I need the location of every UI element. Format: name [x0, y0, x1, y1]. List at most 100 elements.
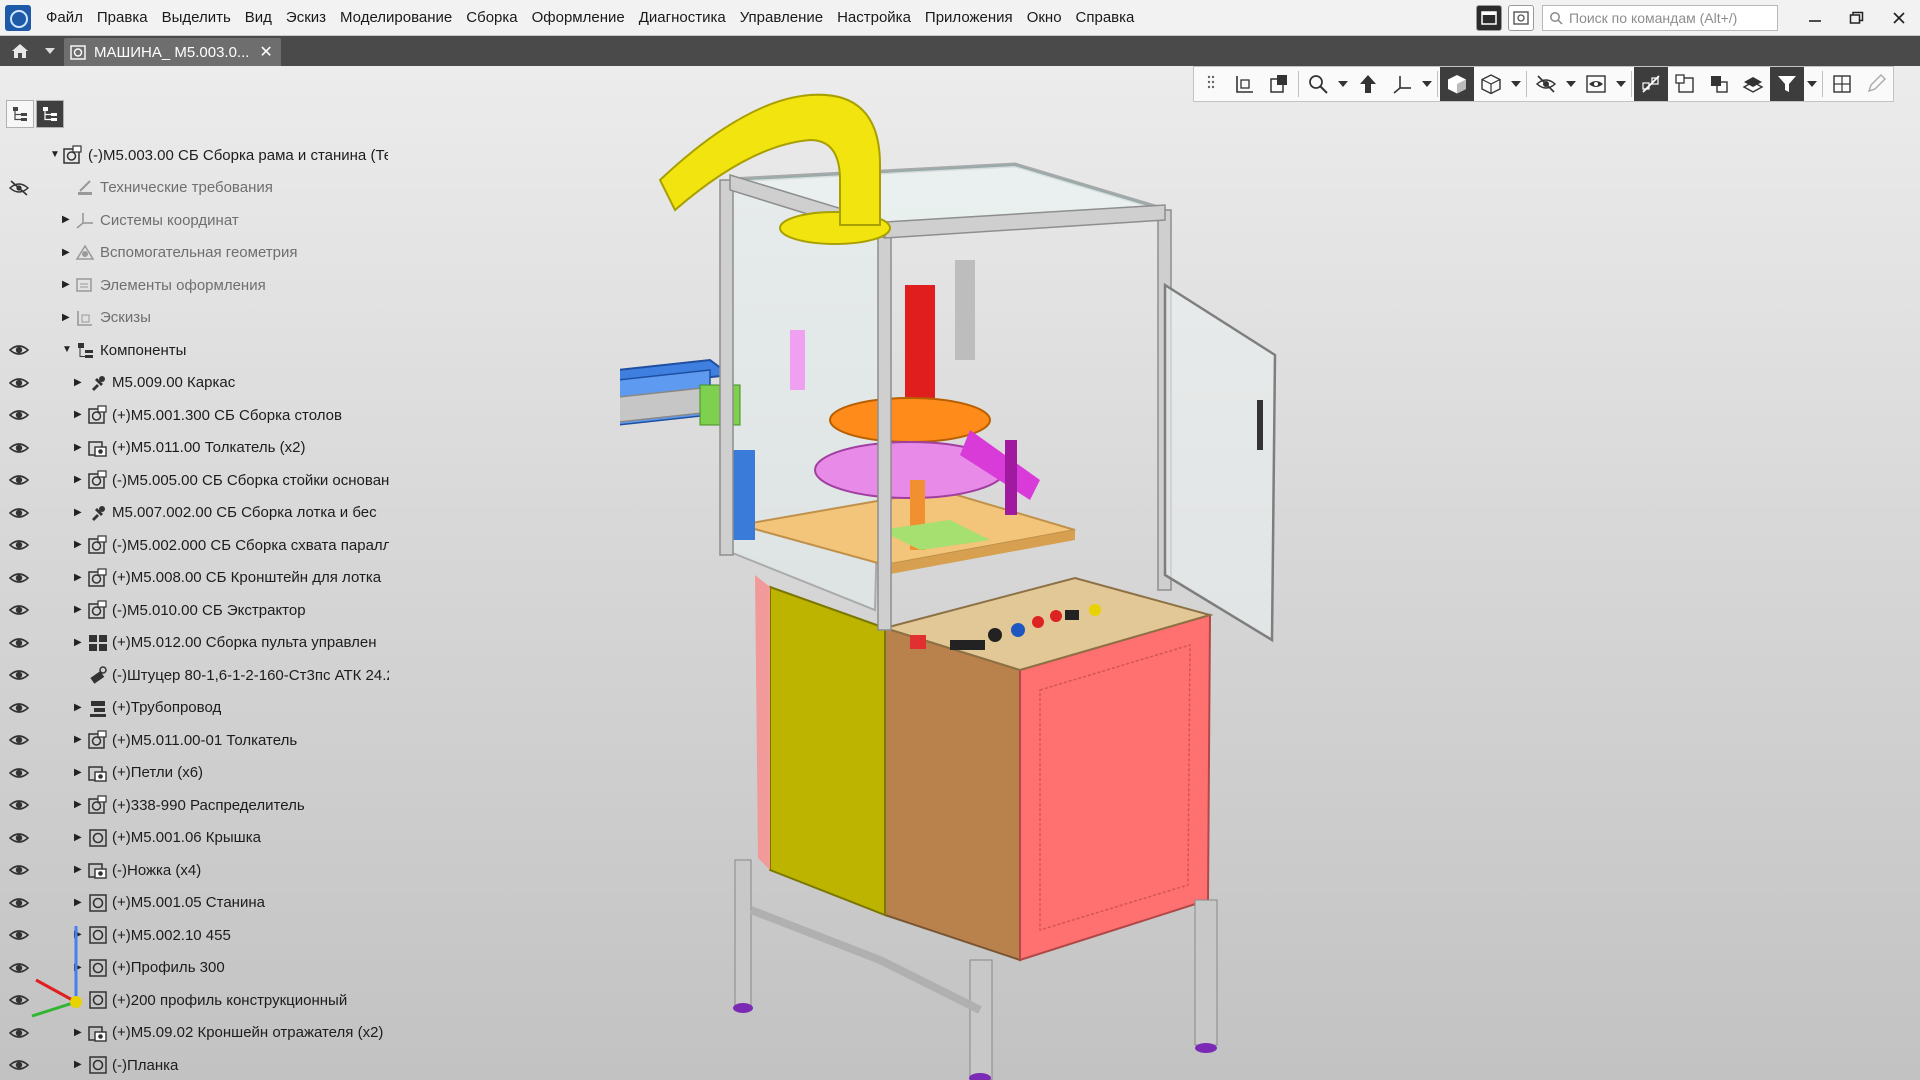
eye-icon[interactable]: [9, 830, 29, 846]
menu-management[interactable]: Управление: [733, 0, 830, 36]
eye-icon[interactable]: [9, 342, 29, 358]
menu-diagnostics[interactable]: Диагностика: [632, 0, 733, 36]
tree-row[interactable]: ▶ Системы координат: [0, 204, 395, 237]
layers-button[interactable]: [1736, 67, 1770, 101]
restore-button[interactable]: [1836, 0, 1878, 36]
eye-icon[interactable]: [9, 667, 29, 683]
command-search-input[interactable]: Поиск по командам (Alt+/): [1542, 5, 1778, 31]
open-glass-door[interactable]: [1163, 282, 1277, 643]
tree-row[interactable]: ▶ (+)Трубопровод: [0, 692, 395, 725]
eye-icon[interactable]: [9, 570, 29, 586]
eye-icon[interactable]: [9, 375, 29, 391]
collapse-triangle-icon[interactable]: ▶: [74, 475, 84, 485]
eye-icon[interactable]: [9, 765, 29, 781]
collapse-triangle-icon[interactable]: ▶: [74, 1027, 84, 1038]
menu-settings[interactable]: Настройка: [830, 0, 918, 36]
tree-row[interactable]: Технические требования: [0, 172, 395, 205]
tree-row[interactable]: ▼ Компоненты: [0, 334, 395, 367]
menu-apps[interactable]: Приложения: [918, 0, 1020, 36]
collapse-triangle-icon[interactable]: ▶: [74, 767, 84, 778]
visibility-button[interactable]: [1579, 67, 1613, 101]
tree-row[interactable]: ▶ (+)М5.09.02 Кроншейн отражателя (x2): [0, 1017, 395, 1050]
eye-icon[interactable]: [9, 797, 29, 813]
eye-icon[interactable]: [9, 732, 29, 748]
collapse-triangle-icon[interactable]: ▶: [74, 540, 84, 550]
tree-row[interactable]: ▶ (+)Петли (x6): [0, 757, 395, 790]
tree-row[interactable]: ▶ (+)М5.001.05 Станина: [0, 887, 395, 920]
collapse-triangle-icon[interactable]: ▶: [62, 215, 72, 225]
eye-icon[interactable]: [9, 927, 29, 943]
eye-icon[interactable]: [9, 635, 29, 651]
tree-row[interactable]: ▶ Эскизы: [0, 302, 395, 335]
menu-help[interactable]: Справка: [1069, 0, 1142, 36]
tab-document[interactable]: МАШИНА_ М5.003.0... ✕: [64, 38, 281, 66]
collapse-triangle-icon[interactable]: ▶: [74, 572, 84, 583]
menu-sketch[interactable]: Эскиз: [279, 0, 333, 36]
tree-row[interactable]: ▶ (+)338-990 Распределитель: [0, 789, 395, 822]
menu-file[interactable]: Файл: [39, 0, 90, 36]
close-window-button[interactable]: [1878, 0, 1920, 36]
collapse-triangle-icon[interactable]: ▶: [62, 280, 72, 290]
shaded-display-button[interactable]: [1440, 67, 1474, 101]
tree-row[interactable]: ▶ М5.009.00 Каркас: [0, 367, 395, 400]
tab-close-icon[interactable]: ✕: [259, 42, 272, 62]
view-dropdown[interactable]: [1419, 67, 1435, 101]
collapse-triangle-icon[interactable]: ▶: [74, 800, 84, 810]
exploded-view-button[interactable]: [1702, 67, 1736, 101]
zoom-dropdown[interactable]: [1335, 67, 1351, 101]
collapse-triangle-icon[interactable]: ▶: [74, 865, 84, 875]
menu-select[interactable]: Выделить: [155, 0, 238, 36]
minimize-button[interactable]: [1794, 0, 1836, 36]
eye-icon[interactable]: [9, 992, 29, 1008]
tree-row[interactable]: ▶ Элементы оформления: [0, 269, 395, 302]
eye-crossed-icon[interactable]: [9, 179, 29, 196]
collapse-triangle-icon[interactable]: ▶: [74, 735, 84, 745]
door-handle[interactable]: [1257, 400, 1263, 450]
filter-dropdown[interactable]: [1804, 67, 1820, 101]
layout-toggle-button[interactable]: [1476, 5, 1502, 31]
tree-structure-button[interactable]: [6, 100, 34, 128]
menu-edit[interactable]: Правка: [90, 0, 155, 36]
collapse-triangle-icon[interactable]: ▶: [74, 702, 84, 713]
tree-row[interactable]: ▶ М5.007.002.00 СБ Сборка лотка и бес: [0, 497, 395, 530]
eye-icon[interactable]: [9, 407, 29, 423]
collapse-triangle-icon[interactable]: ▶: [74, 832, 84, 843]
menu-view[interactable]: Вид: [238, 0, 279, 36]
menu-assembly[interactable]: Сборка: [459, 0, 524, 36]
tree-row[interactable]: ▶ (-)М5.002.000 СБ Сборка схвата паралл: [0, 529, 395, 562]
eye-icon[interactable]: [9, 862, 29, 878]
collapse-triangle-icon[interactable]: ▶: [62, 247, 72, 258]
filter-button[interactable]: [1770, 67, 1804, 101]
visibility-dropdown[interactable]: [1613, 67, 1629, 101]
tree-root-row[interactable]: ▼ (-)М5.003.00 СБ Сборка рама и станина …: [0, 139, 395, 172]
tree-row[interactable]: ▶ (+)М5.011.00-01 Толкатель: [0, 724, 395, 757]
hide-dropdown[interactable]: [1563, 67, 1579, 101]
eye-icon[interactable]: [9, 895, 29, 911]
collapse-triangle-icon[interactable]: ▶: [74, 897, 84, 908]
zoom-button[interactable]: [1301, 67, 1335, 101]
menu-window[interactable]: Окно: [1020, 0, 1069, 36]
eye-icon[interactable]: [9, 602, 29, 618]
collapse-triangle-icon[interactable]: ▶: [74, 637, 84, 648]
tree-row[interactable]: ▶ Вспомогательная геометрия: [0, 237, 395, 270]
hide-button[interactable]: [1529, 67, 1563, 101]
collapse-triangle-icon[interactable]: ▶: [62, 312, 72, 323]
tree-row[interactable]: ▶ (+)М5.001.06 Крышка: [0, 822, 395, 855]
collapse-triangle-icon[interactable]: ▶: [74, 377, 84, 388]
tabs-dropdown-button[interactable]: [40, 36, 60, 66]
settings-panel-button[interactable]: [1508, 5, 1534, 31]
tree-row[interactable]: ▶ (+)М5.012.00 Сборка пульта управлен: [0, 627, 395, 660]
axes-view-button[interactable]: [1385, 67, 1419, 101]
orientation-button[interactable]: [1351, 67, 1385, 101]
eye-icon[interactable]: [9, 1025, 29, 1041]
tree-row[interactable]: ▶ (-)Ножка (x4): [0, 854, 395, 887]
eye-icon[interactable]: [9, 505, 29, 521]
collapse-triangle-icon[interactable]: ▶: [74, 442, 84, 453]
eye-icon[interactable]: [9, 960, 29, 976]
collapse-triangle-icon[interactable]: ▶: [74, 507, 84, 518]
expand-triangle-icon[interactable]: ▼: [50, 150, 60, 160]
eye-icon[interactable]: [9, 472, 29, 488]
tree-row[interactable]: ▶ (-)Планка: [0, 1049, 395, 1080]
collapse-triangle-icon[interactable]: ▶: [74, 1060, 84, 1070]
eye-icon[interactable]: [9, 537, 29, 553]
